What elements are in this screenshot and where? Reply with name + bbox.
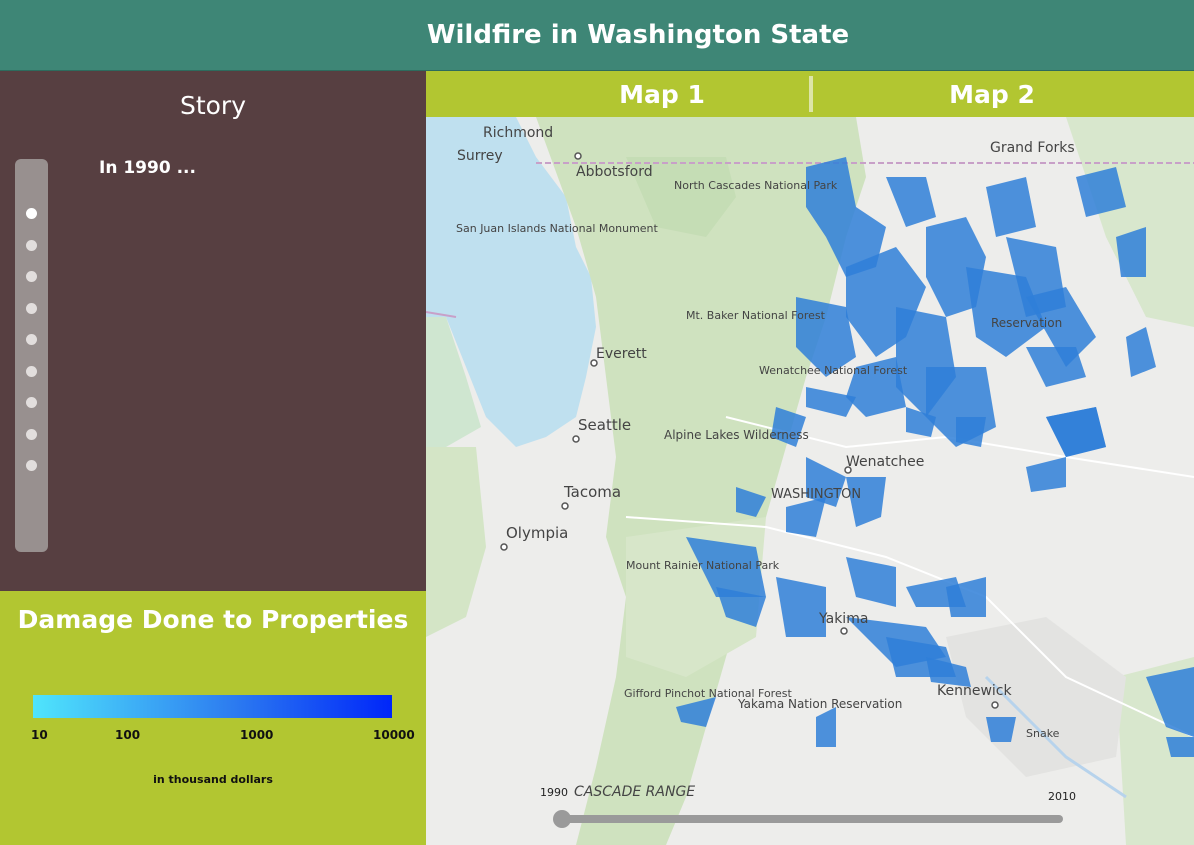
story-nav-dot[interactable] — [26, 429, 37, 440]
legend-color-scale — [33, 695, 392, 718]
legend-tick: 100 — [115, 728, 141, 742]
map-label: Wenatchee National Forest — [759, 364, 908, 377]
story-title: Story — [179, 91, 247, 120]
map-label: San Juan Islands National Monument — [456, 222, 659, 235]
app-header: Wildfire in Washington State — [0, 0, 1194, 71]
story-nav-dot[interactable] — [26, 271, 37, 282]
map-label: Everett — [596, 346, 647, 362]
tab-map-1[interactable]: Map 1 — [606, 71, 718, 117]
legend-unit: in thousand dollars — [153, 773, 273, 786]
legend-tick: 1000 — [240, 728, 274, 742]
map-label: Seattle — [578, 416, 631, 434]
map-label: Reservation — [991, 316, 1062, 330]
map-label: Olympia — [506, 524, 568, 542]
map-label: CASCADE RANGE — [574, 784, 695, 800]
wildfire-map[interactable]: Richmond Surrey Abbotsford Grand Forks N… — [426, 117, 1194, 845]
map-label: Abbotsford — [576, 164, 653, 180]
story-navigation[interactable] — [15, 159, 48, 552]
map-label: Alpine Lakes Wilderness — [664, 428, 809, 442]
basemap: Richmond Surrey Abbotsford Grand Forks N… — [426, 117, 1194, 845]
app-title: Wildfire in Washington State — [426, 20, 850, 50]
year-slider-track[interactable] — [561, 815, 1063, 823]
map-label: WASHINGTON — [771, 487, 861, 502]
story-nav-dot[interactable] — [26, 208, 37, 219]
map-label: Surrey — [457, 148, 503, 164]
tab-map-2[interactable]: Map 2 — [936, 71, 1048, 117]
story-nav-dot[interactable] — [26, 303, 37, 314]
map-label: Kennewick — [937, 683, 1012, 699]
map-label: Gifford Pinchot National Forest — [624, 687, 792, 700]
story-nav-dot[interactable] — [26, 240, 37, 251]
map-label: Richmond — [483, 125, 553, 141]
legend-title: Damage Done to Properties — [17, 605, 409, 634]
legend-panel: Damage Done to Properties 10 100 1000 10… — [0, 591, 426, 845]
map-tabs: Map 1 Map 2 — [426, 71, 1194, 117]
story-nav-dot[interactable] — [26, 460, 37, 471]
map-label: Grand Forks — [990, 140, 1075, 156]
map-label: Snake — [1026, 727, 1060, 740]
map-label: Tacoma — [563, 483, 621, 501]
year-slider-handle[interactable] — [553, 810, 571, 828]
map-label: Mount Rainier National Park — [626, 559, 780, 572]
legend-tick: 10000 — [373, 728, 415, 742]
map-label: Yakima — [818, 611, 868, 627]
slider-end-label: 2010 — [1048, 790, 1076, 803]
slider-start-label: 1990 — [540, 786, 568, 799]
story-panel: Story In 1990 ... — [0, 71, 426, 591]
story-nav-dot[interactable] — [26, 366, 37, 377]
story-nav-dot[interactable] — [26, 397, 37, 408]
tab-divider — [809, 76, 813, 112]
legend-tick: 10 — [31, 728, 48, 742]
map-label: North Cascades National Park — [674, 179, 838, 192]
map-label: Mt. Baker National Forest — [686, 309, 826, 322]
story-text: In 1990 ... — [99, 158, 196, 178]
story-nav-dot[interactable] — [26, 334, 37, 345]
map-label: Wenatchee — [846, 454, 924, 470]
